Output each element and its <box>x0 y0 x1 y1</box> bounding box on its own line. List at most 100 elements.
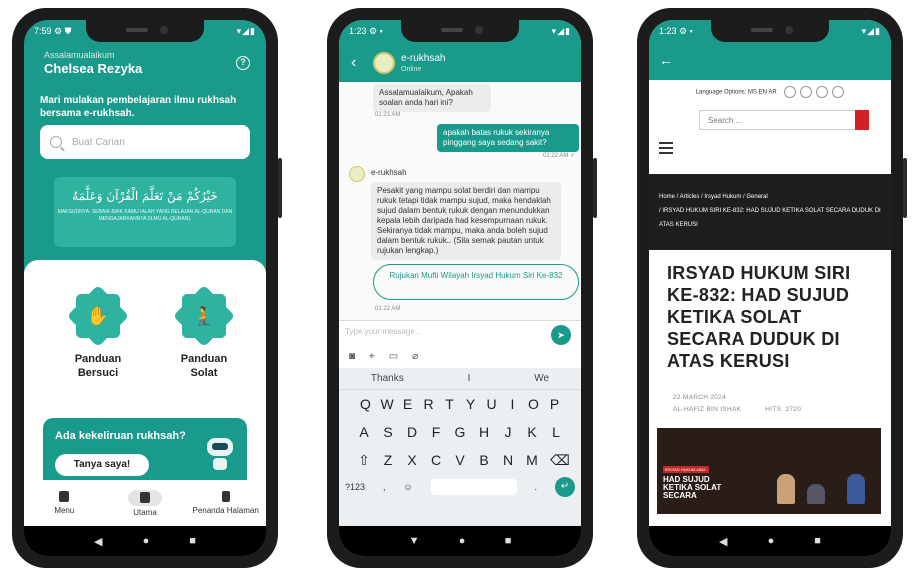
tile-panduan-solat[interactable]: 🧎 Panduan Solat <box>164 290 244 380</box>
key[interactable]: C <box>430 452 442 468</box>
back-arrow-icon[interactable]: ‹ <box>351 54 356 72</box>
message-bubble: Assalamualaikum, Apakah soalan anda hari… <box>373 84 491 112</box>
nav-back-icon[interactable]: ◀ <box>94 535 102 548</box>
article-date: 22 MARCH 2024 <box>673 394 727 401</box>
numbers-key[interactable]: ?123 <box>345 482 365 492</box>
key[interactable]: Z <box>382 452 394 468</box>
nav-recents-icon[interactable]: ■ <box>814 535 821 547</box>
power-button <box>593 158 597 218</box>
key[interactable]: A <box>358 424 370 440</box>
bot-avatar <box>373 52 395 74</box>
robot-icon <box>207 438 233 470</box>
key[interactable]: O <box>528 396 540 412</box>
key-row-1: QWERTYUIOP <box>339 390 581 418</box>
key[interactable]: D <box>406 424 418 440</box>
key[interactable]: H <box>478 424 490 440</box>
key[interactable]: I <box>507 396 519 412</box>
suggestion[interactable]: I <box>468 373 471 384</box>
location-icon[interactable]: ⌖ <box>369 351 375 362</box>
video-icon[interactable]: ▭ <box>389 351 398 362</box>
tab-penanda-halaman[interactable]: Penanda Halaman <box>186 491 266 515</box>
search-input[interactable]: Buat Carian <box>40 125 250 159</box>
tile-panduan-bersuci[interactable]: ✋ Panduan Bersuci <box>58 290 138 380</box>
backspace-key[interactable]: ⌫ <box>550 452 570 469</box>
suggestion[interactable]: Thanks <box>371 373 404 384</box>
article-image[interactable]: IRSYAD HUKUM #832: HAD SUJUD KETIKA SOLA… <box>657 428 881 514</box>
comma-key[interactable]: , <box>383 482 386 492</box>
message-time: 01:21 AM <box>375 112 401 118</box>
key[interactable]: V <box>454 452 466 468</box>
banner-arabic: خَيْرُكُمْ مَنْ تَعَلَّمَ الْقُرْآنَ وَع… <box>72 189 218 203</box>
back-arrow-icon[interactable]: ← <box>659 52 673 68</box>
status-time: 1:23 <box>659 25 677 36</box>
key[interactable]: X <box>406 452 418 468</box>
menu-icon <box>59 491 70 502</box>
message-time: 01:22 AM ✓ <box>543 153 576 159</box>
key-row-3: ⇧ Z X C V B N M ⌫ <box>339 446 581 474</box>
key[interactable]: R <box>423 396 435 412</box>
greeting: Assalamualaikum <box>44 50 115 60</box>
breadcrumb-path[interactable]: Home / Articles / Irsyad Hukum / General <box>659 190 881 204</box>
key[interactable]: S <box>382 424 394 440</box>
nav-recents-icon[interactable]: ■ <box>505 535 512 547</box>
hamburger-icon[interactable] <box>659 142 673 157</box>
language-label[interactable]: Language Options: MS EN AR <box>696 90 777 96</box>
nav-back-icon[interactable]: ◀ <box>719 535 727 548</box>
breadcrumb-current: / IRSYAD HUKUM SIRI KE-832: HAD SUJUD KE… <box>659 208 881 228</box>
shift-key[interactable]: ⇧ <box>358 452 370 469</box>
user-icon[interactable] <box>832 86 845 98</box>
key[interactable]: G <box>454 424 466 440</box>
key[interactable]: F <box>430 424 442 440</box>
key[interactable]: Q <box>360 396 372 412</box>
message-list[interactable]: Assalamualaikum, Apakah soalan anda hari… <box>339 82 581 320</box>
key[interactable]: W <box>381 396 394 412</box>
suggestion[interactable]: We <box>534 373 549 384</box>
key[interactable]: T <box>444 396 456 412</box>
nav-home-icon[interactable]: ● <box>143 535 150 547</box>
nav-down-icon[interactable]: ▼ <box>409 535 420 547</box>
mail-icon[interactable] <box>816 86 829 98</box>
site-search-input[interactable]: Search ... <box>699 110 869 130</box>
search-icon <box>50 136 62 148</box>
tab-utama[interactable]: Utama <box>105 489 185 517</box>
hadith-banner[interactable]: خَيْرُكُمْ مَنْ تَعَلَّمَ الْقُرْآنَ وَع… <box>54 177 236 247</box>
key[interactable]: P <box>549 396 561 412</box>
key[interactable]: J <box>502 424 514 440</box>
space-key[interactable] <box>430 479 517 495</box>
header: Assalamualaikum Chelsea Rezyka ? <box>44 50 250 76</box>
key[interactable]: N <box>502 452 514 468</box>
language-options: Language Options: MS EN AR <box>649 86 891 98</box>
signal-icon: ▾◢▮ <box>236 25 256 36</box>
nav-home-icon[interactable]: ● <box>459 535 466 547</box>
nav-home-icon[interactable]: ● <box>768 535 775 547</box>
tab-label: Menu <box>54 506 75 515</box>
help-icon[interactable]: ? <box>236 56 250 70</box>
home-icon <box>139 492 150 503</box>
key[interactable]: M <box>526 452 538 468</box>
key[interactable]: E <box>402 396 414 412</box>
camera-icon[interactable]: ◙ <box>349 351 355 362</box>
keyboard: Thanks I We QWERTYUIOP ASDFGHJKL ⇧ Z X C V B N… <box>339 368 581 526</box>
emoji-icon[interactable]: ☺ <box>403 482 412 492</box>
key[interactable]: Y <box>465 396 477 412</box>
power-button <box>903 158 907 218</box>
enter-icon[interactable]: ↵ <box>554 477 575 497</box>
key[interactable]: L <box>550 424 562 440</box>
reference-link[interactable]: Rujukan Mufti Wilayah Irsyad Hukum Siri … <box>373 264 579 300</box>
bookmark-icon <box>221 491 230 502</box>
key[interactable]: U <box>486 396 498 412</box>
brain-icon[interactable] <box>784 86 797 98</box>
tab-label: Utama <box>133 507 157 517</box>
attach-icon[interactable]: ⌀ <box>412 351 418 362</box>
nav-recents-icon[interactable]: ■ <box>189 535 196 547</box>
message-input[interactable]: Type your message... <box>345 327 421 336</box>
key[interactable]: B <box>478 452 490 468</box>
key[interactable]: K <box>526 424 538 440</box>
ask-button[interactable]: Tanya saya! <box>55 454 149 476</box>
period-key[interactable]: . <box>535 482 538 492</box>
phone-icon[interactable] <box>800 86 813 98</box>
send-icon[interactable]: ➤ <box>551 325 571 345</box>
status-time: 1:23 <box>349 25 367 36</box>
tab-menu[interactable]: Menu <box>24 491 104 515</box>
search-button[interactable] <box>855 110 869 130</box>
